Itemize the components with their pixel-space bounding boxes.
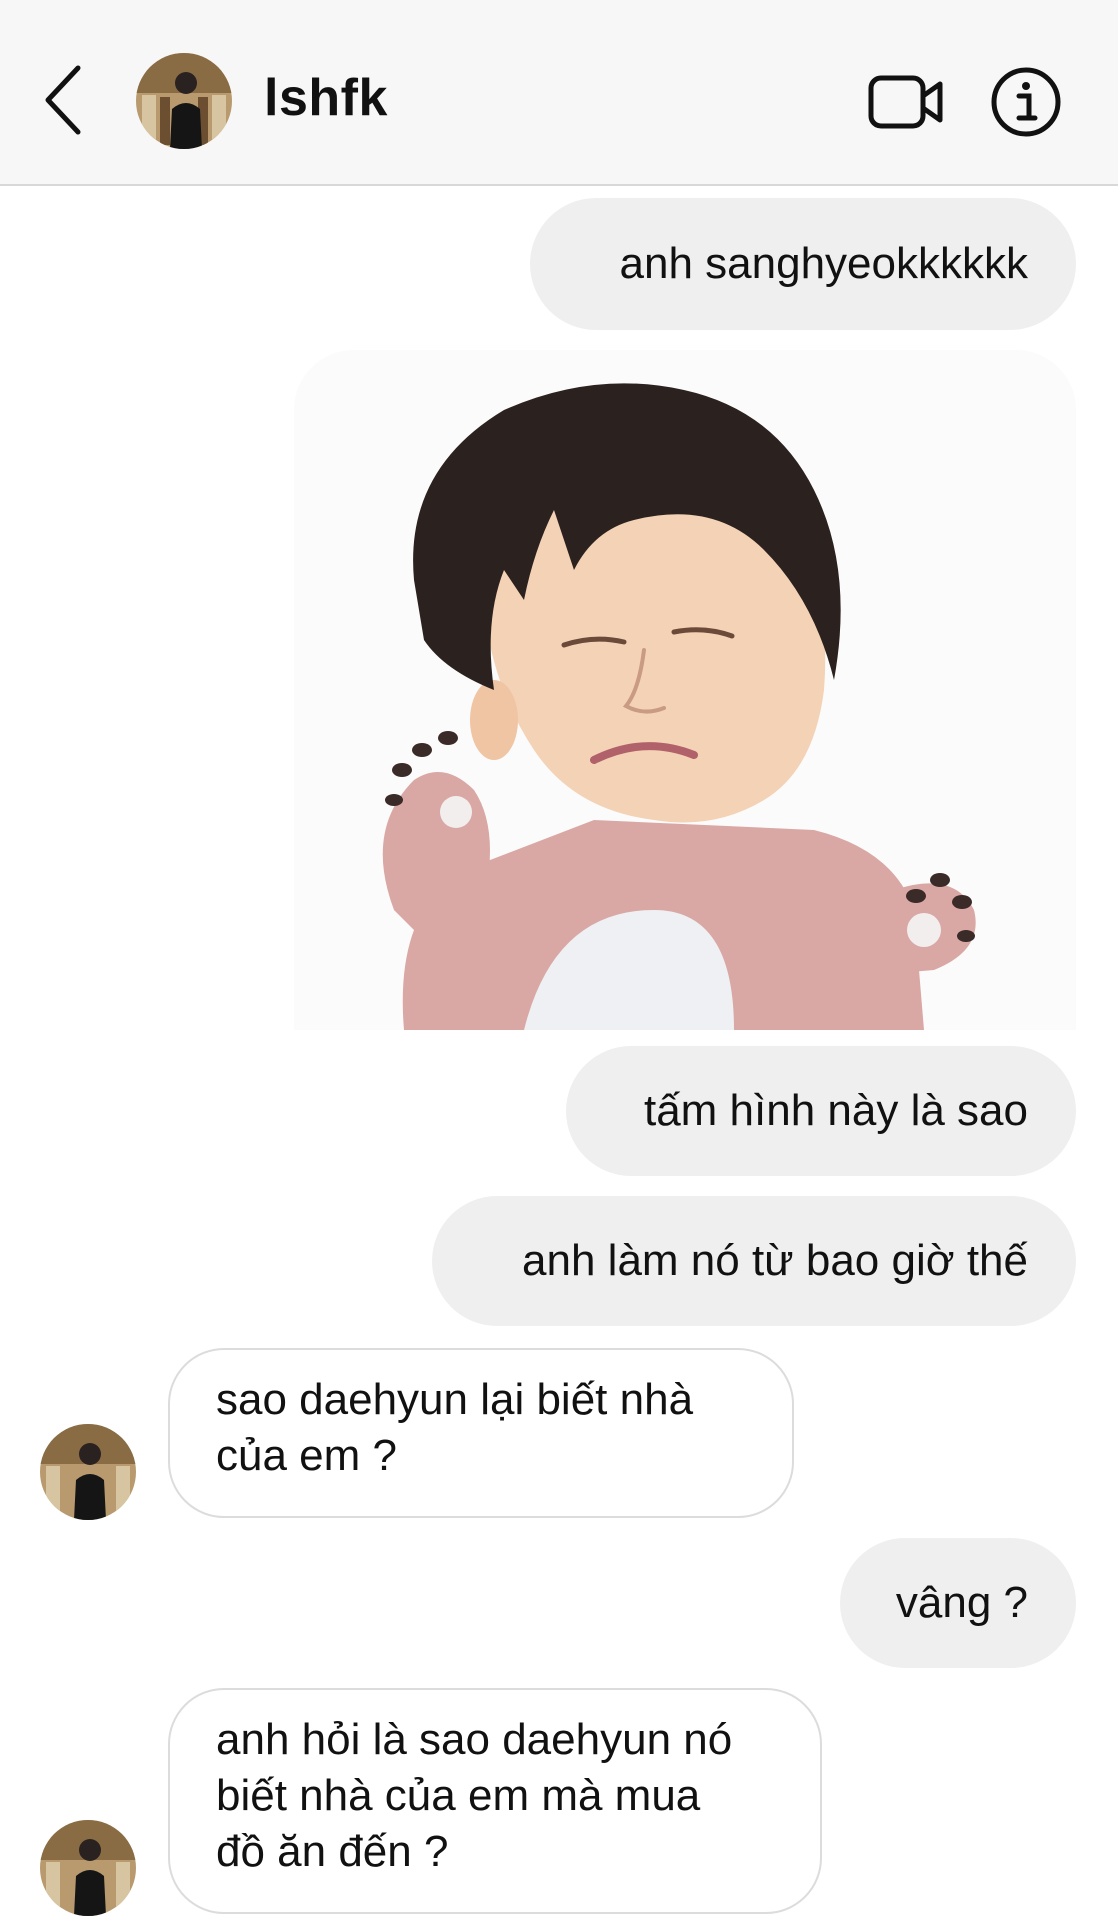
info-button[interactable] — [990, 66, 1062, 138]
chat-header: lshfk — [0, 0, 1118, 186]
info-icon — [991, 67, 1061, 137]
avatar[interactable] — [40, 1424, 136, 1520]
back-button[interactable] — [40, 62, 90, 138]
message-line: của em ? — [216, 1431, 397, 1480]
message-line: sao daehyun lại biết nhà — [216, 1375, 694, 1424]
avatar[interactable] — [136, 53, 232, 149]
video-call-button[interactable] — [868, 72, 944, 132]
video-camera-icon — [868, 75, 943, 129]
outgoing-message[interactable]: vâng ? — [840, 1538, 1076, 1668]
message-line: đồ ăn đến ? — [216, 1827, 449, 1876]
message-text: vâng ? — [895, 1578, 1028, 1627]
outgoing-message[interactable]: anh làm nó từ bao giờ thế — [432, 1196, 1076, 1326]
sticker-message[interactable] — [294, 350, 1076, 1030]
outgoing-message[interactable]: tấm hình này là sao — [566, 1046, 1076, 1176]
incoming-message[interactable]: anh hỏi là sao daehyun nó biết nhà của e… — [168, 1688, 822, 1914]
message-text: tấm hình này là sao — [643, 1086, 1028, 1135]
message-text: anh sanghyeokkkkkk — [619, 239, 1028, 288]
message-text: anh làm nó từ bao giờ thế — [522, 1236, 1028, 1285]
incoming-message[interactable]: sao daehyun lại biết nhà của em ? — [168, 1348, 794, 1518]
message-line: biết nhà của em mà mua — [216, 1771, 701, 1820]
chat-username[interactable]: lshfk — [264, 68, 388, 128]
chevron-left-icon — [45, 65, 81, 135]
outgoing-message[interactable]: anh sanghyeokkkkkk — [530, 198, 1076, 330]
avatar[interactable] — [40, 1820, 136, 1916]
message-line: anh hỏi là sao daehyun nó — [216, 1715, 733, 1764]
sticker-image — [294, 350, 1076, 1030]
